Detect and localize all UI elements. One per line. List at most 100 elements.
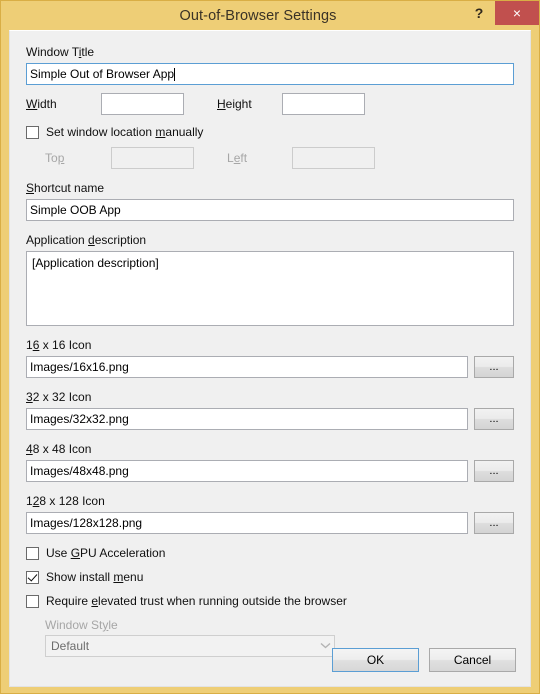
shortcut-name-value: Simple OOB App <box>30 203 121 217</box>
show-install-menu-label: Show install menu <box>46 570 143 584</box>
cancel-button[interactable]: Cancel <box>429 648 516 672</box>
dialog-buttons: OK Cancel <box>332 648 516 672</box>
application-description-value: [Application description] <box>32 256 159 270</box>
install-label-accel: m <box>113 570 124 584</box>
trust-label-pre: Require <box>46 594 92 608</box>
shortcut-label-accel: S <box>26 181 35 195</box>
set-window-location-checkbox-row[interactable]: Set window location manually <box>26 125 514 139</box>
style-label-pre: Window St <box>45 618 103 632</box>
icon-16-row: Images/16x16.png ... <box>26 356 514 378</box>
height-label: Height <box>217 97 282 111</box>
window-title-label-pre: Window T <box>26 45 79 59</box>
gpu-acceleration-checkbox-row[interactable]: Use GPU Acceleration <box>26 546 514 560</box>
position-row: Top Left <box>45 147 514 169</box>
application-description-textarea[interactable]: [Application description] <box>26 251 514 326</box>
icon16-label-pre: 1 <box>26 338 33 352</box>
width-label-accel: W <box>26 97 38 111</box>
icon-16-browse-button[interactable]: ... <box>474 356 514 378</box>
app-desc-label-accel: d <box>88 233 95 247</box>
show-install-menu-checkbox[interactable] <box>26 570 39 584</box>
dialog-title: Out-of-Browser Settings <box>179 7 337 24</box>
title-bar-buttons: ? × <box>463 1 539 27</box>
trust-label-post: levated trust when running outside the b… <box>98 594 347 608</box>
icon-48-row: Images/48x48.png ... <box>26 460 514 482</box>
left-input <box>292 147 375 169</box>
icon-16-value: Images/16x16.png <box>30 360 129 374</box>
application-description-label: Application description <box>26 233 514 247</box>
install-label-pre: Show install <box>46 570 114 584</box>
left-label: Left <box>227 151 292 165</box>
show-install-menu-checkbox-row[interactable]: Show install menu <box>26 570 514 584</box>
elevated-trust-label: Require elevated trust when running outs… <box>46 594 347 608</box>
icon128-label-post: 8 x 128 Icon <box>39 494 105 508</box>
window-title-label: Window Title <box>26 45 514 59</box>
text-caret <box>174 67 176 81</box>
window-title-value: Simple Out of Browser App <box>30 67 175 81</box>
top-input <box>111 147 194 169</box>
left-label-pre: L <box>227 151 234 165</box>
icon-128-value: Images/128x128.png <box>30 516 143 530</box>
set-window-location-checkbox[interactable] <box>26 125 39 139</box>
dialog-client-area: Window Title Simple Out of Browser App W… <box>9 30 531 687</box>
icon-128-browse-button[interactable]: ... <box>474 512 514 534</box>
out-of-browser-settings-dialog: Out-of-Browser Settings ? × Window Title… <box>0 0 540 694</box>
gpu-label-pre: Use <box>46 546 71 560</box>
title-bar: Out-of-Browser Settings ? × <box>9 1 539 30</box>
set-location-label-accel: m <box>155 125 166 139</box>
shortcut-name-input[interactable]: Simple OOB App <box>26 199 514 221</box>
left-label-post: ft <box>240 151 248 165</box>
icon16-label-post: x 16 Icon <box>39 338 92 352</box>
icon-16-label: 16 x 16 Icon <box>26 338 514 352</box>
icon-32-browse-button[interactable]: ... <box>474 408 514 430</box>
height-input[interactable] <box>282 93 365 115</box>
icon-16-input[interactable]: Images/16x16.png <box>26 356 468 378</box>
icon32-label-post: 2 x 32 Icon <box>32 390 92 404</box>
icon-48-browse-button[interactable]: ... <box>474 460 514 482</box>
set-location-label-pre: Set window location <box>46 125 156 139</box>
settings-form: Window Title Simple Out of Browser App W… <box>10 31 530 657</box>
icon-32-row: Images/32x32.png ... <box>26 408 514 430</box>
icon-48-value: Images/48x48.png <box>30 464 129 478</box>
shortcut-label-post: hortcut name <box>34 181 105 195</box>
window-title-input[interactable]: Simple Out of Browser App <box>26 63 514 85</box>
icon-128-input[interactable]: Images/128x128.png <box>26 512 468 534</box>
ok-button[interactable]: OK <box>332 648 419 672</box>
close-icon[interactable]: × <box>495 1 539 25</box>
height-label-accel: H <box>217 97 226 111</box>
icon-32-label: 32 x 32 Icon <box>26 390 514 404</box>
install-label-post: enu <box>123 570 144 584</box>
icon32-label-accel: 3 <box>26 390 33 404</box>
window-title-label-post: tle <box>81 45 95 59</box>
width-label: Width <box>26 97 101 111</box>
window-style-value: Default <box>51 639 90 653</box>
gpu-label-accel: G <box>70 546 81 560</box>
icon-48-label: 48 x 48 Icon <box>26 442 514 456</box>
top-label: Top <box>45 151 111 165</box>
icon-128-label: 128 x 128 Icon <box>26 494 514 508</box>
elevated-trust-checkbox[interactable] <box>26 594 39 608</box>
set-window-location-label: Set window location manually <box>46 125 203 139</box>
help-icon[interactable]: ? <box>463 1 495 25</box>
width-input[interactable] <box>101 93 184 115</box>
icon48-label-post: 8 x 48 Icon <box>32 442 92 456</box>
window-style-dropdown[interactable]: Default <box>45 635 335 657</box>
set-location-label-post: anually <box>165 125 204 139</box>
icon-32-input[interactable]: Images/32x32.png <box>26 408 468 430</box>
gpu-acceleration-label: Use GPU Acceleration <box>46 546 165 560</box>
icon48-label-accel: 4 <box>26 442 33 456</box>
shortcut-name-label: Shortcut name <box>26 181 514 195</box>
app-desc-label-post: escription <box>94 233 147 247</box>
icon-48-input[interactable]: Images/48x48.png <box>26 460 468 482</box>
elevated-trust-checkbox-row[interactable]: Require elevated trust when running outs… <box>26 594 514 608</box>
app-desc-label-pre: Application <box>26 233 89 247</box>
size-row: Width Height <box>26 93 514 115</box>
top-label-accel: p <box>57 151 65 165</box>
icon-128-row: Images/128x128.png ... <box>26 512 514 534</box>
height-label-post: eight <box>225 97 252 111</box>
top-label-pre: To <box>45 151 58 165</box>
style-label-post: le <box>108 618 118 632</box>
gpu-acceleration-checkbox[interactable] <box>26 546 39 560</box>
width-label-post: idth <box>37 97 57 111</box>
gpu-label-post: PU Acceleration <box>80 546 166 560</box>
icon128-label-pre: 1 <box>26 494 33 508</box>
